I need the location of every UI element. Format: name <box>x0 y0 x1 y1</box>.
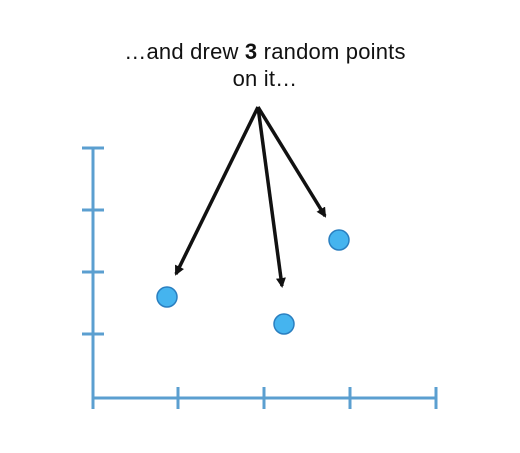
random-point-1 <box>156 286 178 308</box>
points <box>156 229 350 335</box>
arrows <box>174 106 327 288</box>
random-point-2 <box>273 313 295 335</box>
arrow-to-point-1 <box>174 106 260 276</box>
random-point-3 <box>328 229 350 251</box>
arrow-to-point-3 <box>256 106 327 218</box>
arrow-to-point-2 <box>256 106 286 288</box>
axes <box>82 146 438 409</box>
diagram <box>82 106 438 409</box>
